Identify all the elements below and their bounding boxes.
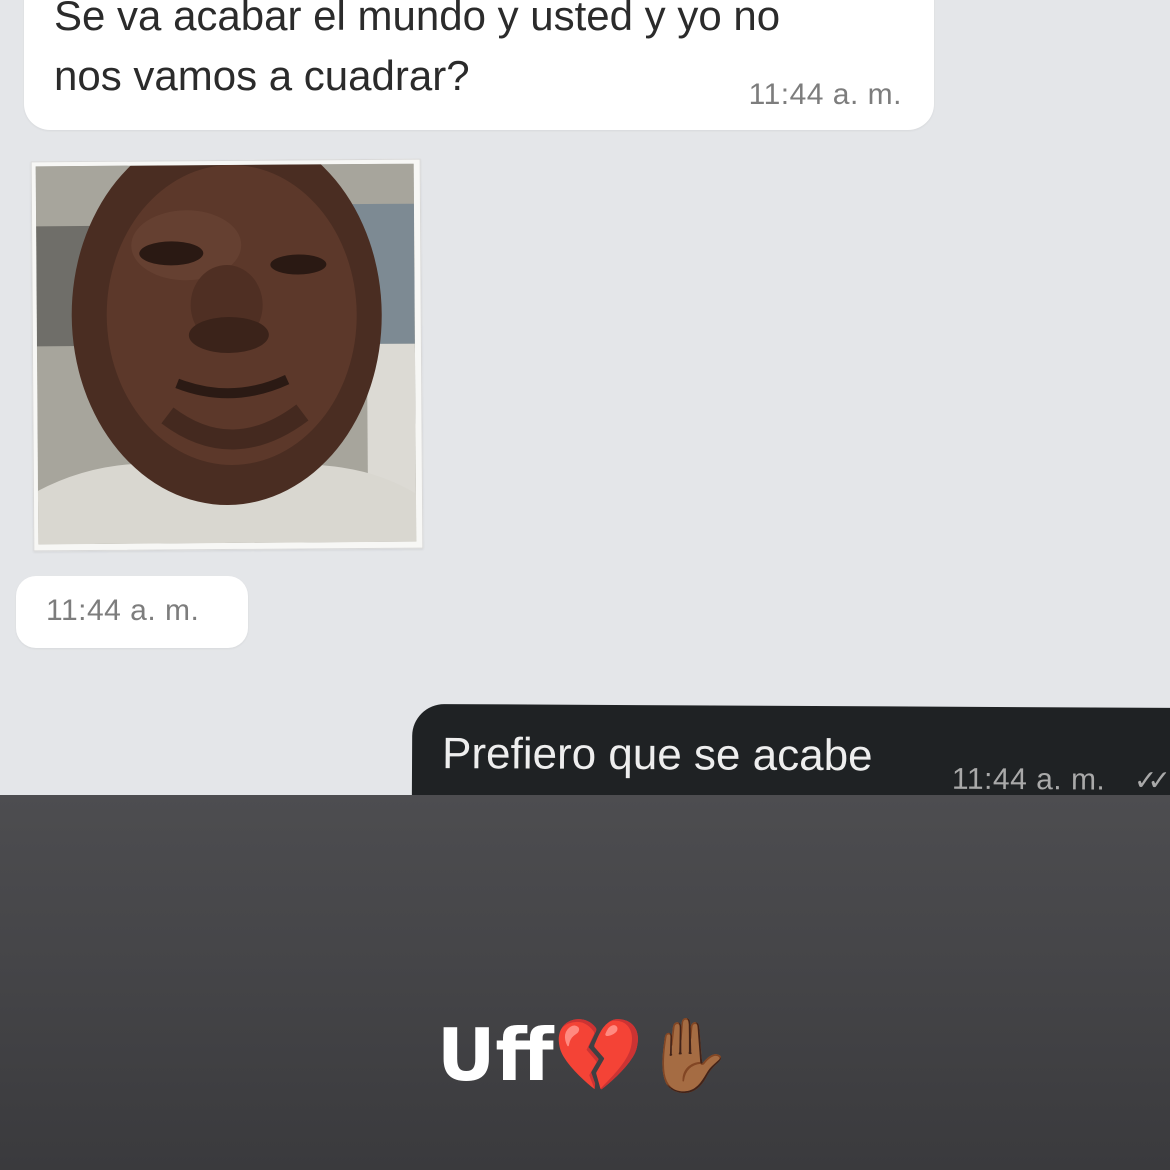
man-portrait-illustration [35,163,417,545]
story-caption: Uff💔✋🏾 [436,1013,734,1097]
incoming-message-time: 11:44 a. m. [748,78,902,111]
photo-message-time: 11:44 a. m. [46,594,200,627]
incoming-photo[interactable] [30,158,424,552]
outgoing-message-time: 11:44 a. m. [951,762,1106,795]
outgoing-message-text: Prefiero que se acabe [441,729,873,781]
story-background [0,795,1170,1170]
double-check-icon: ✓✓ [1133,764,1161,795]
chat-screenshot: Se va acabar el mundo y usted y yo no no… [0,0,1170,795]
incoming-message-bubble[interactable]: Se va acabar el mundo y usted y yo no no… [24,0,934,130]
photo-time-bubble: 11:44 a. m. [16,576,248,648]
photo-image [35,163,417,545]
outgoing-message-bubble[interactable]: Prefiero que se acabe 11:44 a. m. ✓✓ [411,703,1170,795]
